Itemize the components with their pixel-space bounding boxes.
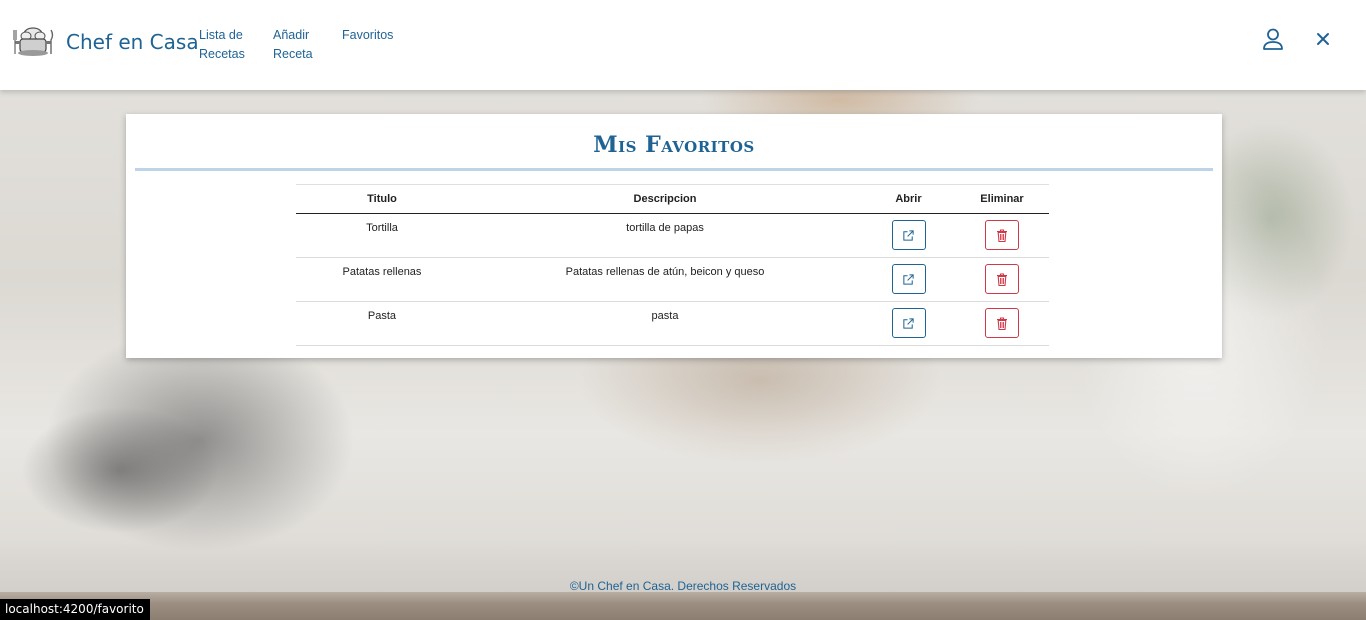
delete-favorite-button[interactable] [985,220,1019,250]
nav-favoritos[interactable]: Favoritos [342,26,393,45]
row-descripcion: tortilla de papas [626,222,704,234]
page-title: Mis Favoritos [593,132,755,158]
favorites-card: Mis Favoritos Titulo Descripcion Abrir E… [126,114,1222,358]
column-header-eliminar: Eliminar [980,193,1024,205]
row-descripcion: Patatas rellenas de atún, beicon y queso [565,266,765,278]
background-counter [0,592,1366,620]
status-bar-url: localhost:4200/favorito [0,599,150,620]
external-link-icon [903,317,914,329]
nav-anadir-receta[interactable]: Añadir Receta [273,26,313,64]
title-divider [135,168,1213,171]
nav-lista-recetas[interactable]: Lista de Recetas [199,26,245,64]
open-recipe-button[interactable] [891,308,926,338]
footer-copyright: ©Un Chef en Casa. Derechos Reservados [569,579,797,593]
row-titulo: Patatas rellenas [342,266,422,278]
delete-favorite-button[interactable] [985,264,1019,294]
column-header-descripcion: Descripcion [633,193,697,205]
row-descripcion: pasta [651,310,679,322]
top-navbar: Chef en Casa Lista de Recetas Añadir Rec… [0,0,1366,90]
open-recipe-button[interactable] [891,264,926,294]
row-titulo: Tortilla [366,222,398,234]
user-icon[interactable] [1260,26,1286,52]
chef-hat-pot-logo [13,27,54,56]
column-header-titulo: Titulo [367,193,397,205]
trash-icon [997,316,1007,330]
row-titulo: Pasta [367,310,397,322]
close-icon[interactable] [1310,26,1336,52]
delete-favorite-button[interactable] [985,308,1019,338]
brand-name: Chef en Casa [66,30,199,54]
external-link-icon [903,273,914,285]
table-header-row: Titulo Descripcion Abrir Eliminar [296,184,1049,214]
table-row: Pasta pasta [296,302,1049,346]
open-recipe-button[interactable] [891,220,926,250]
column-header-abrir: Abrir [895,193,922,205]
trash-icon [997,272,1007,286]
table-row: Patatas rellenas Patatas rellenas de atú… [296,258,1049,302]
favorites-table: Titulo Descripcion Abrir Eliminar Tortil… [296,184,1049,346]
brand[interactable]: Chef en Casa [12,26,199,58]
trash-icon [997,228,1007,242]
table-row: Tortilla tortilla de papas [296,214,1049,258]
external-link-icon [903,229,914,241]
